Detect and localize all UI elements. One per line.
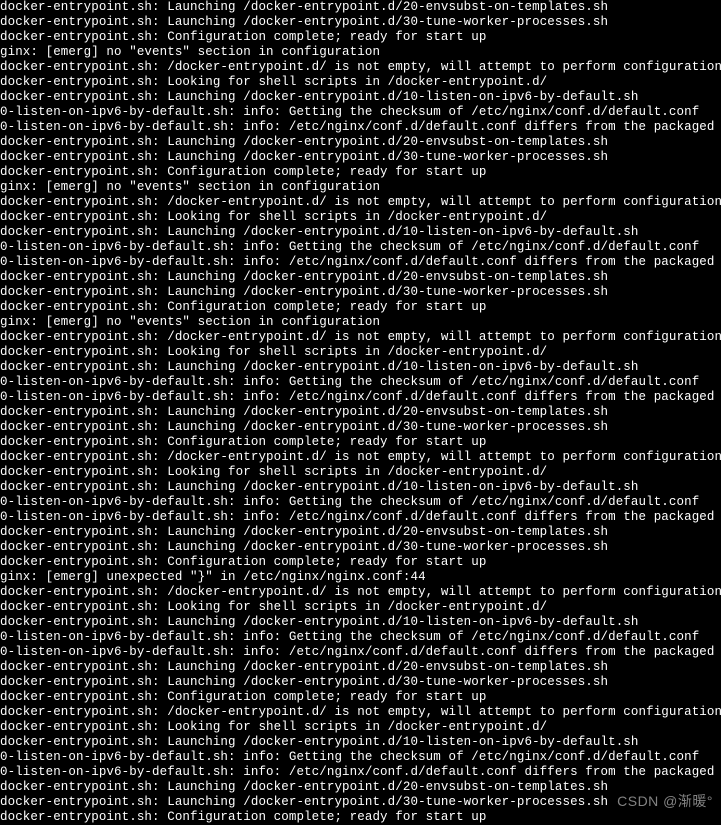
log-line: docker-entrypoint.sh: Configuration comp… xyxy=(0,165,721,180)
log-line: 0-listen-on-ipv6-by-default.sh: info: Ge… xyxy=(0,750,721,765)
log-line: docker-entrypoint.sh: Configuration comp… xyxy=(0,435,721,450)
log-line: 0-listen-on-ipv6-by-default.sh: info: /e… xyxy=(0,255,721,270)
log-line: docker-entrypoint.sh: Launching /docker-… xyxy=(0,0,721,15)
log-line: docker-entrypoint.sh: Launching /docker-… xyxy=(0,15,721,30)
log-line: docker-entrypoint.sh: Launching /docker-… xyxy=(0,660,721,675)
log-line: docker-entrypoint.sh: Launching /docker-… xyxy=(0,525,721,540)
log-line: docker-entrypoint.sh: Launching /docker-… xyxy=(0,420,721,435)
log-line: docker-entrypoint.sh: Launching /docker-… xyxy=(0,135,721,150)
log-line: docker-entrypoint.sh: /docker-entrypoint… xyxy=(0,195,721,210)
log-line: 0-listen-on-ipv6-by-default.sh: info: /e… xyxy=(0,510,721,525)
log-line: 0-listen-on-ipv6-by-default.sh: info: Ge… xyxy=(0,630,721,645)
log-line: 0-listen-on-ipv6-by-default.sh: info: Ge… xyxy=(0,495,721,510)
log-line: ginx: [emerg] no "events" section in con… xyxy=(0,45,721,60)
log-line: docker-entrypoint.sh: /docker-entrypoint… xyxy=(0,705,721,720)
log-line: ginx: [emerg] no "events" section in con… xyxy=(0,180,721,195)
log-line: ginx: [emerg] unexpected "}" in /etc/ngi… xyxy=(0,570,721,585)
log-line: 0-listen-on-ipv6-by-default.sh: info: /e… xyxy=(0,645,721,660)
log-line: 0-listen-on-ipv6-by-default.sh: info: /e… xyxy=(0,120,721,135)
log-line: docker-entrypoint.sh: /docker-entrypoint… xyxy=(0,450,721,465)
log-line: docker-entrypoint.sh: Looking for shell … xyxy=(0,75,721,90)
log-line: docker-entrypoint.sh: Launching /docker-… xyxy=(0,480,721,495)
log-line: docker-entrypoint.sh: Configuration comp… xyxy=(0,555,721,570)
log-line: docker-entrypoint.sh: Looking for shell … xyxy=(0,465,721,480)
log-line: docker-entrypoint.sh: Looking for shell … xyxy=(0,345,721,360)
log-line: 0-listen-on-ipv6-by-default.sh: info: Ge… xyxy=(0,375,721,390)
log-line: docker-entrypoint.sh: Launching /docker-… xyxy=(0,795,721,810)
log-line: ginx: [emerg] no "events" section in con… xyxy=(0,315,721,330)
terminal-output[interactable]: docker-entrypoint.sh: Launching /docker-… xyxy=(0,0,721,825)
log-line: docker-entrypoint.sh: /docker-entrypoint… xyxy=(0,60,721,75)
log-line: docker-entrypoint.sh: Looking for shell … xyxy=(0,600,721,615)
log-line: 0-listen-on-ipv6-by-default.sh: info: /e… xyxy=(0,390,721,405)
log-line: docker-entrypoint.sh: Launching /docker-… xyxy=(0,615,721,630)
log-line: docker-entrypoint.sh: Launching /docker-… xyxy=(0,675,721,690)
log-line: docker-entrypoint.sh: Launching /docker-… xyxy=(0,270,721,285)
log-line: 0-listen-on-ipv6-by-default.sh: info: /e… xyxy=(0,765,721,780)
log-line: docker-entrypoint.sh: Launching /docker-… xyxy=(0,780,721,795)
log-line: docker-entrypoint.sh: Configuration comp… xyxy=(0,690,721,705)
log-line: docker-entrypoint.sh: Looking for shell … xyxy=(0,210,721,225)
log-line: docker-entrypoint.sh: Launching /docker-… xyxy=(0,285,721,300)
log-line: 0-listen-on-ipv6-by-default.sh: info: Ge… xyxy=(0,240,721,255)
log-line: docker-entrypoint.sh: Launching /docker-… xyxy=(0,735,721,750)
log-line: docker-entrypoint.sh: Launching /docker-… xyxy=(0,90,721,105)
log-line: 0-listen-on-ipv6-by-default.sh: info: Ge… xyxy=(0,105,721,120)
log-line: docker-entrypoint.sh: Configuration comp… xyxy=(0,300,721,315)
log-line: docker-entrypoint.sh: Launching /docker-… xyxy=(0,405,721,420)
log-line: docker-entrypoint.sh: Launching /docker-… xyxy=(0,225,721,240)
log-line: docker-entrypoint.sh: /docker-entrypoint… xyxy=(0,585,721,600)
log-line: docker-entrypoint.sh: Configuration comp… xyxy=(0,30,721,45)
log-line: docker-entrypoint.sh: Looking for shell … xyxy=(0,720,721,735)
log-line: docker-entrypoint.sh: Launching /docker-… xyxy=(0,150,721,165)
log-line: docker-entrypoint.sh: Launching /docker-… xyxy=(0,540,721,555)
log-line: docker-entrypoint.sh: /docker-entrypoint… xyxy=(0,330,721,345)
log-line: docker-entrypoint.sh: Launching /docker-… xyxy=(0,360,721,375)
